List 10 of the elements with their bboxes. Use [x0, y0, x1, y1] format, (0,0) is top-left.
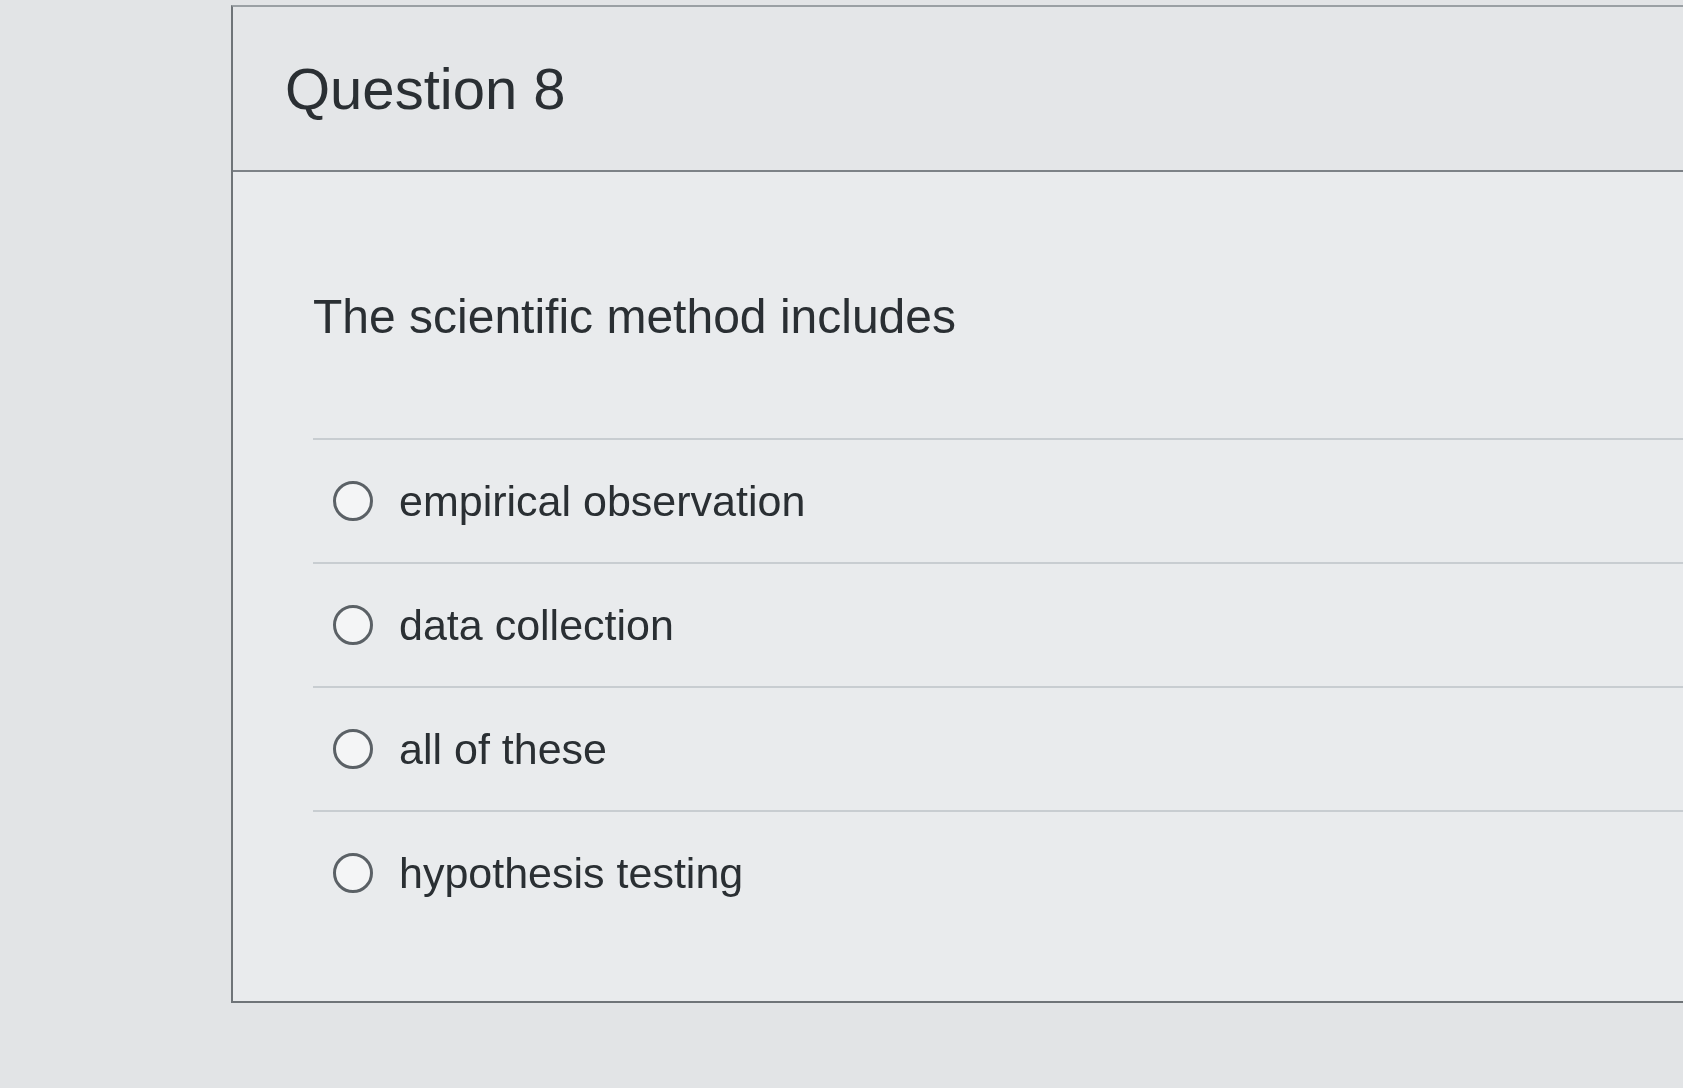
radio-button[interactable]: [333, 481, 373, 521]
radio-button[interactable]: [333, 729, 373, 769]
radio-button[interactable]: [333, 853, 373, 893]
answer-option[interactable]: data collection: [399, 599, 674, 651]
answer-option[interactable]: all of these: [399, 723, 607, 775]
question-title: Question 8: [285, 55, 566, 122]
answer-option[interactable]: hypothesis testing: [399, 847, 744, 899]
radio-button[interactable]: [333, 605, 373, 645]
question-prompt: The scientific method includes: [313, 289, 957, 345]
answer-option[interactable]: empirical observation: [399, 475, 806, 527]
